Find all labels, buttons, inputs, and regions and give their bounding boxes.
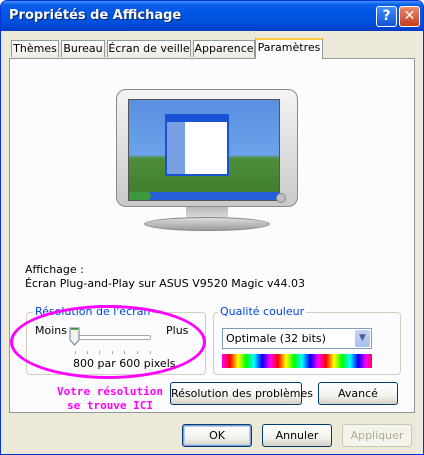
annotation-line-1: Votre résolution: [57, 385, 163, 398]
settings-panel: Affichage : Écran Plug-and-Play sur ASUS…: [9, 58, 415, 413]
annotation-line-2: se trouve ICI: [66, 399, 154, 412]
preview-window: [165, 114, 229, 176]
troubleshoot-button[interactable]: Résolution des problèmes: [170, 382, 313, 405]
tab-themes[interactable]: Thèmes: [11, 40, 59, 57]
advanced-button[interactable]: Avancé: [318, 382, 398, 405]
color-spectrum-bar: [222, 354, 372, 368]
color-quality-value: Optimale (32 bits): [226, 332, 326, 345]
monitor-neck: [186, 207, 228, 217]
monitor-preview: [116, 89, 298, 239]
ok-button[interactable]: OK: [182, 424, 252, 447]
desktop-preview-image: [129, 100, 279, 200]
apply-button[interactable]: Appliquer: [342, 424, 412, 447]
tab-ecran-de-veille[interactable]: Écran de veille: [107, 40, 191, 57]
color-quality-group-title: Qualité couleur: [218, 305, 307, 318]
monitor-screen: [128, 99, 280, 201]
annotation-text: Votre résolution se trouve ICI: [50, 385, 170, 413]
close-button[interactable]: ✕: [399, 6, 420, 27]
help-button[interactable]: ?: [376, 6, 397, 27]
title-bar[interactable]: Propriétés de Affichage ? ✕: [1, 1, 423, 31]
tab-apparence[interactable]: Apparence: [193, 40, 255, 57]
cancel-button[interactable]: Annuler: [262, 424, 332, 447]
window-title: Propriétés de Affichage: [9, 8, 182, 23]
tab-parametres[interactable]: Paramètres: [255, 38, 323, 59]
color-quality-select[interactable]: Optimale (32 bits) ▼: [222, 328, 372, 349]
monitor-power-led: [276, 193, 286, 203]
display-label: Affichage :: [25, 263, 84, 276]
monitor-stand: [144, 217, 270, 231]
highlight-ellipse: [10, 305, 206, 379]
preview-taskbar: [129, 192, 279, 200]
tab-bureau[interactable]: Bureau: [61, 40, 105, 57]
display-properties-window: Propriétés de Affichage ? ✕ Thèmes Burea…: [0, 0, 424, 455]
color-quality-group: Qualité couleur Optimale (32 bits) ▼: [213, 305, 401, 375]
display-device: Écran Plug-and-Play sur ASUS V9520 Magic…: [25, 277, 306, 290]
preview-start-button: [129, 192, 151, 200]
chevron-down-icon[interactable]: ▼: [355, 330, 370, 347]
